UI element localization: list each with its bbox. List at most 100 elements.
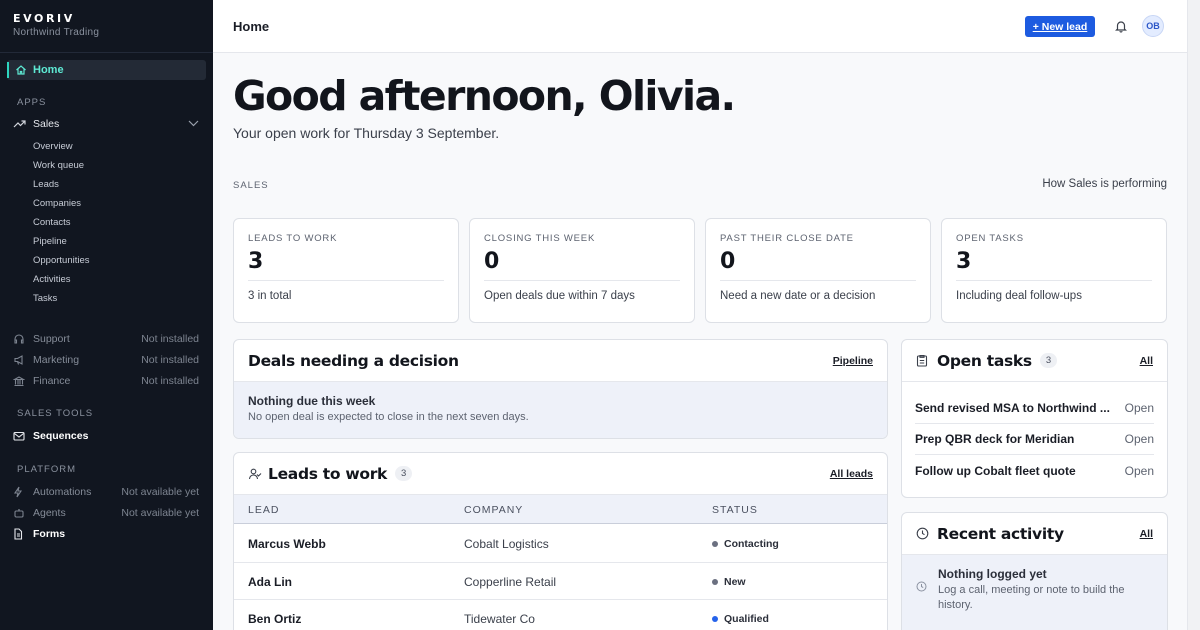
sidebar: EVORIV Northwind Trading Home APPS Sales… (0, 0, 213, 630)
sidebar-item-automations[interactable]: Automations Not available yet (13, 486, 199, 498)
panel-header: Recent activity All (902, 513, 1167, 555)
lightning-icon (13, 486, 27, 498)
scrollbar[interactable] (1187, 0, 1200, 630)
robot-icon (13, 507, 27, 519)
all-activity-link[interactable]: All (1140, 528, 1153, 540)
section-label-sales: SALES (233, 180, 269, 191)
lead-name[interactable]: Ada Lin (248, 575, 292, 589)
status-badge: New (712, 576, 746, 588)
sales-performance-link[interactable]: How Sales is performing (1042, 178, 1167, 190)
lead-company: Cobalt Logistics (464, 537, 549, 551)
install-status: Not installed (141, 354, 199, 366)
sidebar-item-label: Agents (33, 507, 66, 519)
install-status: Not installed (141, 375, 199, 387)
home-icon (15, 64, 27, 76)
stat-note: 3 in total (248, 290, 292, 302)
sidebar-item-marketing[interactable]: Marketing Not installed (13, 354, 199, 366)
table-row[interactable]: Marcus Webb Cobalt Logistics Contacting (234, 525, 887, 562)
panel-header: Open tasks 3 All (902, 340, 1167, 382)
status-dot (712, 616, 718, 622)
column-header[interactable]: LEAD (248, 504, 279, 516)
sidebar-item-label: Finance (33, 375, 71, 387)
sidebar-item-agents[interactable]: Agents Not available yet (13, 507, 199, 519)
sidebar-item-finance[interactable]: Finance Not installed (13, 375, 199, 387)
trending-up-icon (13, 118, 27, 130)
stat-card-open-tasks[interactable]: OPEN TASKS 3 Including deal follow-ups (941, 218, 1167, 323)
clipboard-icon (916, 354, 928, 367)
empty-state-text: Log a call, meeting or note to build the… (938, 584, 1125, 611)
status-dot (712, 579, 718, 585)
status-label: New (724, 576, 746, 588)
all-tasks-link[interactable]: All (1140, 355, 1153, 367)
greeting-subtitle: Your open work for Thursday 3 September. (233, 125, 500, 141)
sidebar-item-home[interactable]: Home (7, 60, 206, 80)
active-indicator (7, 62, 9, 78)
pipeline-link[interactable]: Pipeline (833, 355, 873, 367)
all-leads-link[interactable]: All leads (830, 468, 873, 480)
task-title[interactable]: Prep QBR deck for Meridian (915, 432, 1074, 446)
sidebar-item-label: Sales (33, 118, 60, 130)
panel-header: Leads to work 3 All leads (234, 453, 887, 495)
task-item[interactable]: Follow up Cobalt fleet quote Open (915, 455, 1154, 486)
stat-label: CLOSING THIS WEEK (484, 233, 596, 244)
headset-icon (13, 333, 27, 345)
install-status: Not installed (141, 333, 199, 345)
stat-card-closing-this-week[interactable]: CLOSING THIS WEEK 0 Open deals due withi… (469, 218, 695, 323)
availability-status: Not available yet (121, 507, 199, 519)
sidebar-subitem-overview[interactable]: Overview (33, 141, 73, 152)
stat-card-leads-to-work[interactable]: LEADS TO WORK 3 3 in total (233, 218, 459, 323)
column-header[interactable]: COMPANY (464, 504, 523, 516)
sidebar-subitem-contacts[interactable]: Contacts (33, 217, 71, 228)
availability-status: Not available yet (121, 486, 199, 498)
avatar[interactable]: OB (1142, 15, 1164, 37)
task-status: Open (1124, 463, 1154, 478)
bell-icon[interactable] (1114, 19, 1128, 33)
empty-state: Nothing logged yet Log a call, meeting o… (902, 555, 1167, 630)
stat-note: Open deals due within 7 days (484, 290, 635, 302)
divider (720, 280, 916, 281)
empty-state-title: Nothing logged yet (938, 567, 1047, 581)
deals-panel: Deals needing a decision Pipeline Nothin… (233, 339, 888, 439)
new-lead-button[interactable]: + New lead (1025, 16, 1095, 37)
sidebar-subitem-pipeline[interactable]: Pipeline (33, 236, 67, 247)
sidebar-item-forms[interactable]: Forms (13, 528, 199, 540)
sidebar-subitem-leads[interactable]: Leads (33, 179, 59, 190)
task-item[interactable]: Prep QBR deck for Meridian Open (915, 424, 1154, 455)
sidebar-subitem-activities[interactable]: Activities (33, 274, 70, 285)
lead-name[interactable]: Ben Ortiz (248, 612, 301, 626)
table-row[interactable]: Ben Ortiz Tidewater Co Qualified (234, 599, 887, 630)
sidebar-item-label: Marketing (33, 354, 80, 366)
task-title[interactable]: Follow up Cobalt fleet quote (915, 464, 1076, 478)
chevron-down-icon[interactable] (188, 118, 199, 130)
count-badge: 3 (1039, 353, 1058, 368)
stat-card-past-close-date[interactable]: PAST THEIR CLOSE DATE 0 Need a new date … (705, 218, 931, 323)
column-header[interactable]: STATUS (712, 504, 758, 516)
sidebar-subitem-companies[interactable]: Companies (33, 198, 81, 209)
table-row[interactable]: Ada Lin Copperline Retail New (234, 562, 887, 599)
sidebar-item-label: Forms (33, 528, 66, 540)
greeting-title: Good afternoon, Olivia. (233, 72, 736, 120)
sidebar-item-sequences[interactable]: Sequences (13, 430, 199, 442)
divider (956, 280, 1152, 281)
panel-title: Recent activity (937, 524, 1064, 543)
panel-title: Open tasks (937, 351, 1032, 370)
empty-state-title: Nothing due this week (248, 394, 376, 408)
sidebar-item-support[interactable]: Support Not installed (13, 333, 199, 345)
stat-note: Including deal follow-ups (956, 290, 1082, 302)
status-badge: Qualified (712, 613, 769, 625)
lead-name[interactable]: Marcus Webb (248, 537, 326, 551)
stat-value: 3 (248, 249, 264, 274)
sidebar-subitem-opportunities[interactable]: Opportunities (33, 255, 90, 266)
task-item[interactable]: Send revised MSA to Northwind ... Open (915, 393, 1154, 424)
stat-note: Need a new date or a decision (720, 290, 876, 302)
panel-title: Deals needing a decision (248, 351, 459, 370)
page-title: Home (233, 19, 270, 34)
mail-icon (13, 430, 27, 442)
topbar: Home + New lead OB (213, 0, 1187, 53)
task-title[interactable]: Send revised MSA to Northwind ... (915, 401, 1110, 415)
sidebar-subitem-work-queue[interactable]: Work queue (33, 160, 84, 171)
document-icon (13, 528, 27, 540)
sidebar-item-sales[interactable]: Sales (13, 118, 199, 130)
sidebar-subitem-tasks[interactable]: Tasks (33, 293, 57, 304)
sidebar-item-label: Sequences (33, 430, 89, 442)
